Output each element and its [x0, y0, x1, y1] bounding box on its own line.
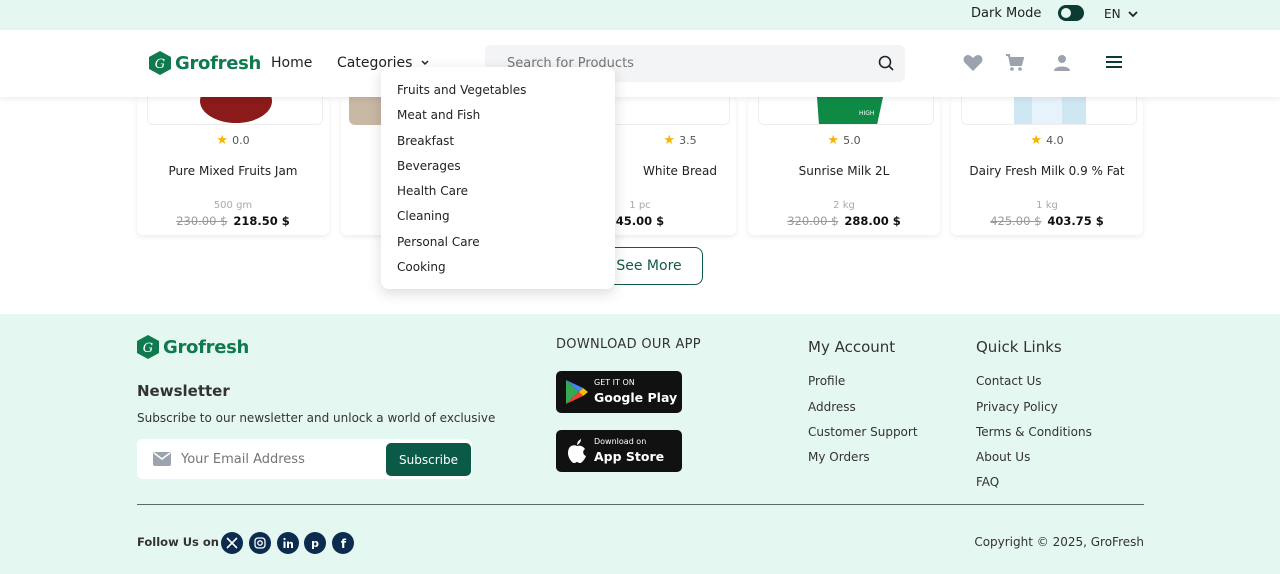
mail-icon	[153, 452, 171, 466]
product-card[interactable]: ★ 0.0 Pure Mixed Fruits Jam 500 gm 230.00…	[137, 97, 329, 235]
google-play-button[interactable]: GET IT ON Google Play	[556, 371, 682, 413]
milk-box-icon: HIGH	[817, 97, 883, 124]
footer-link[interactable]: Terms & Conditions	[976, 425, 1092, 439]
footer-logo[interactable]: G Grofresh	[137, 335, 249, 359]
footer-link[interactable]: Contact Us	[976, 374, 1042, 388]
newsletter-title: Newsletter	[137, 382, 230, 400]
svg-text:HIGH: HIGH	[859, 110, 874, 117]
subscribe-button[interactable]: Subscribe	[386, 443, 471, 476]
footer-link[interactable]: Privacy Policy	[976, 400, 1058, 414]
svg-text:G: G	[143, 341, 153, 356]
brand-name: Grofresh	[175, 52, 262, 74]
product-name: Sunrise Milk 2L	[798, 164, 890, 178]
footer-link[interactable]: About Us	[976, 450, 1030, 464]
product-card[interactable]: HIGH ★ 5.0 Sunrise Milk 2L 2 kg 320.00 $2…	[748, 97, 940, 235]
product-image	[147, 97, 323, 125]
logo-mark-icon: G	[149, 51, 171, 75]
product-rating: ★ 4.0	[1030, 133, 1064, 148]
category-item[interactable]: Fruits and Vegetables	[381, 81, 615, 106]
top-bar: Dark Mode EN	[0, 0, 1280, 30]
newsletter-form: Subscribe	[137, 439, 472, 479]
linkedin-icon[interactable]	[277, 532, 299, 554]
star-icon: ★	[663, 133, 676, 148]
email-input[interactable]	[181, 439, 381, 479]
hamburger-menu-icon[interactable]	[1105, 54, 1123, 70]
product-card[interactable]: ★ 4.0 Dairy Fresh Milk 0.9 % Fat 1 kg 425…	[951, 97, 1143, 235]
chevron-down-icon[interactable]	[1127, 8, 1139, 20]
category-item[interactable]: Personal Care	[381, 233, 615, 258]
product-price: 230.00 $218.50 $	[176, 214, 290, 228]
user-account-icon[interactable]	[1053, 54, 1071, 72]
follow-us-label: Follow Us on	[137, 535, 219, 549]
star-icon: ★	[827, 133, 840, 148]
svg-text:G: G	[155, 57, 165, 72]
apple-icon	[568, 439, 586, 463]
search-icon[interactable]	[878, 55, 895, 72]
logo-mark-icon: G	[137, 335, 159, 359]
footer-link[interactable]: Profile	[808, 374, 845, 388]
facebook-icon[interactable]: f	[332, 532, 354, 554]
copyright-text: Copyright © 2025, GroFresh	[974, 535, 1144, 549]
footer-divider	[137, 504, 1144, 505]
quick-links-title: Quick Links	[976, 338, 1062, 356]
category-item[interactable]: Meat and Fish	[381, 106, 615, 131]
brand-name: Grofresh	[163, 336, 250, 358]
star-icon: ★	[1030, 133, 1043, 148]
svg-text:f: f	[341, 537, 347, 549]
footer-link[interactable]: Customer Support	[808, 425, 918, 439]
footer-link[interactable]: Address	[808, 400, 856, 414]
main-header: G Grofresh Home Categories	[0, 30, 1280, 97]
language-selector[interactable]: EN	[1104, 7, 1121, 21]
product-price: 425.00 $403.75 $	[990, 214, 1104, 228]
star-icon: ★	[216, 133, 229, 148]
pinterest-icon[interactable]: p	[304, 532, 326, 554]
product-image	[961, 97, 1137, 125]
dark-mode-label: Dark Mode	[971, 6, 1042, 21]
my-account-title: My Account	[808, 338, 896, 356]
brand-logo[interactable]: G Grofresh	[149, 51, 261, 75]
category-item[interactable]: Cooking	[381, 258, 615, 283]
product-quantity: 1 kg	[1036, 200, 1058, 211]
product-price: 320.00 $288.00 $	[787, 214, 901, 228]
google-play-icon	[566, 380, 588, 404]
milk-carton-icon	[1014, 97, 1086, 124]
product-quantity: 2 kg	[833, 200, 855, 211]
category-item[interactable]: Beverages	[381, 157, 615, 182]
x-twitter-icon[interactable]	[221, 532, 243, 554]
categories-dropdown: Fruits and Vegetables Meat and Fish Brea…	[381, 67, 615, 289]
footer-link[interactable]: My Orders	[808, 450, 870, 464]
toggle-knob	[1061, 8, 1071, 18]
jam-jar-icon	[200, 97, 272, 123]
dark-mode-toggle[interactable]	[1058, 5, 1084, 21]
footer-link[interactable]: FAQ	[976, 475, 999, 489]
newsletter-text: Subscribe to our newsletter and unlock a…	[137, 411, 496, 425]
download-app-title: DOWNLOAD OUR APP	[556, 337, 701, 352]
nav-home[interactable]: Home	[271, 55, 312, 71]
instagram-icon[interactable]	[249, 532, 271, 554]
category-item[interactable]: Cleaning	[381, 207, 615, 232]
svg-text:p: p	[311, 537, 319, 549]
product-image: HIGH	[758, 97, 934, 125]
app-store-button[interactable]: Download on App Store	[556, 430, 682, 472]
category-item[interactable]: Breakfast	[381, 132, 615, 157]
cart-icon[interactable]	[1005, 54, 1025, 72]
product-quantity: 500 gm	[213, 200, 253, 211]
product-rating: ★ 5.0	[827, 133, 861, 148]
wishlist-heart-icon[interactable]	[963, 54, 983, 72]
category-item[interactable]: Health Care	[381, 182, 615, 207]
product-rating: ★ 0.0	[216, 133, 250, 148]
product-name: Dairy Fresh Milk 0.9 % Fat	[969, 164, 1125, 178]
site-footer: G Grofresh Newsletter Subscribe to our n…	[0, 314, 1280, 574]
product-name: Pure Mixed Fruits Jam	[168, 164, 298, 178]
